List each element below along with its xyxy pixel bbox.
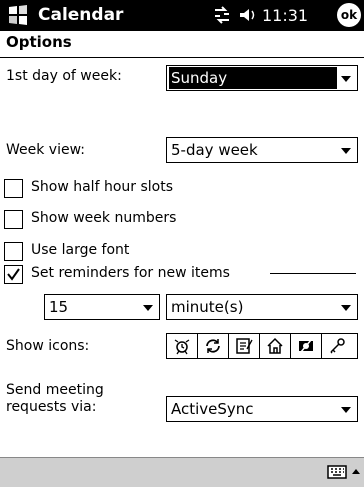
checkbox-box[interactable] [4,179,23,198]
show-icons-strip [166,333,358,359]
show-icons-label: Show icons: [6,338,90,354]
chevron-down-icon [341,305,351,311]
reminder-amount-value: 15 [49,298,69,316]
chevron-down-icon [143,305,153,311]
recurrence-icon[interactable] [198,334,229,358]
header-divider [0,57,364,58]
week-view-value: 5-day week [171,141,258,159]
checkmark-icon [7,268,20,281]
send-meeting-label-line2: requests via: [6,399,97,415]
checkbox-label: Show half hour slots [31,179,173,195]
alarm-icon[interactable] [167,334,198,358]
app-title: Calendar [38,5,124,25]
checkbox-box[interactable] [4,210,23,229]
reminder-divider [270,273,356,274]
send-meeting-select[interactable]: ActiveSync [166,396,358,422]
chevron-down-icon [341,407,351,413]
ok-button[interactable]: ok [337,3,361,27]
reminder-amount-select[interactable]: 15 [44,294,160,320]
home-icon[interactable] [260,334,291,358]
first-day-select[interactable]: Sunday [166,65,358,91]
first-day-value: Sunday [169,67,337,89]
private-icon[interactable] [291,334,322,358]
checkbox-label: Set reminders for new items [31,265,230,281]
chevron-down-icon [341,148,351,154]
note-icon[interactable] [229,334,260,358]
title-bar: Calendar 11:31 ok [0,0,364,31]
speaker-icon[interactable] [238,6,258,24]
clock[interactable]: 11:31 [262,6,308,25]
connectivity-icon[interactable] [212,6,232,24]
bottom-menu-bar [0,457,364,487]
checkbox-label: Use large font [31,242,130,258]
start-menu-icon[interactable] [6,3,30,27]
key-icon[interactable] [322,334,353,358]
keyboard-icon[interactable] [327,463,347,481]
checkbox-label: Show week numbers [31,210,177,226]
week-view-select[interactable]: 5-day week [166,137,358,163]
reminder-unit-select[interactable]: minute(s) [166,294,358,320]
checkbox-box[interactable] [4,265,23,284]
chevron-down-icon [341,76,351,82]
reminder-unit-value: minute(s) [171,298,244,316]
checkbox-box[interactable] [4,242,23,261]
week-view-label: Week view: [6,142,85,158]
page-title: Options [6,33,72,51]
input-selector-arrow-icon[interactable] [351,466,361,478]
first-day-label: 1st day of week: [6,68,122,84]
send-meeting-value: ActiveSync [171,400,254,418]
send-meeting-label-line1: Send meeting [6,382,104,398]
